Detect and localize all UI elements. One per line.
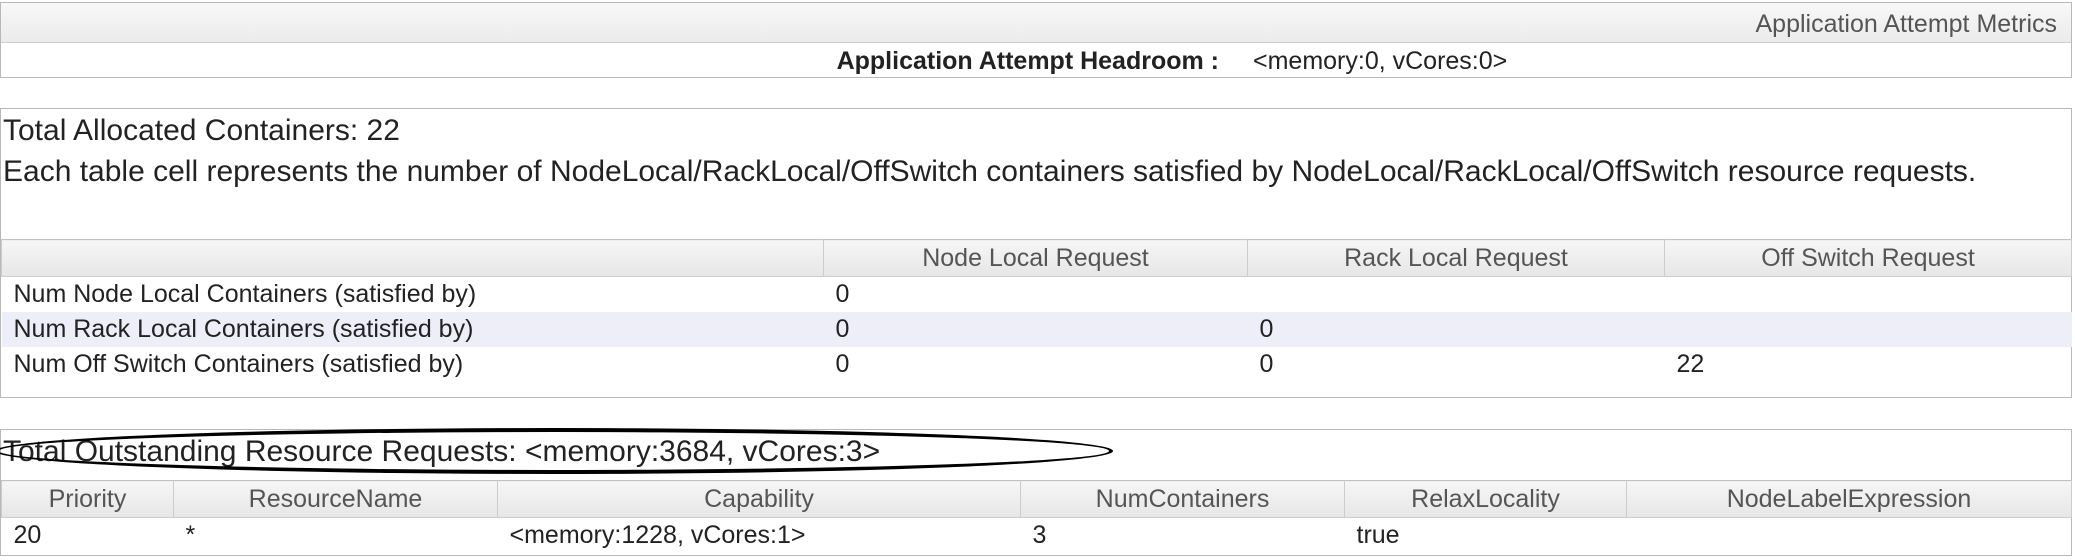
- cell-rack-local: 0: [1247, 312, 1665, 347]
- row-label: Num Rack Local Containers (satisfied by): [1, 312, 824, 347]
- header-off-switch-request[interactable]: Off Switch Request: [1664, 239, 2072, 277]
- cell-relax-locality: true: [1356, 521, 1400, 549]
- cell-node-local: 0: [823, 312, 1248, 347]
- resource-requests-table: Priority ResourceName Capability NumCont…: [1, 480, 2072, 553]
- cell-node-local: 0: [835, 280, 850, 308]
- headroom-label: Application Attempt Headroom :: [836, 47, 1219, 75]
- allocated-containers-description: Each table cell represents the number of…: [3, 155, 1977, 188]
- attempt-metrics-panel: Application Attempt Metrics Application …: [0, 2, 2072, 78]
- header-node-local-request[interactable]: Node Local Request: [823, 239, 1248, 277]
- outstanding-requests-panel: Total Outstanding Resource Requests: <me…: [0, 428, 2072, 556]
- cell-capability: <memory:1228, vCores:1>: [509, 521, 806, 549]
- table-row: Num Rack Local Containers (satisfied by)…: [1, 312, 2072, 347]
- table-row: Num Off Switch Containers (satisfied by)…: [2, 347, 2072, 382]
- header-rack-local-request[interactable]: Rack Local Request: [1247, 239, 1665, 277]
- allocated-containers-title: Total Allocated Containers: 22: [3, 114, 400, 147]
- cell-off-switch: [1665, 277, 2072, 313]
- locality-header-blank[interactable]: [1, 239, 824, 277]
- cell-node-label-expression: [1627, 518, 2072, 554]
- row-label: Num Node Local Containers (satisfied by): [13, 280, 477, 308]
- header-node-label-expression[interactable]: NodeLabelExpression: [1626, 480, 2072, 518]
- header-priority[interactable]: Priority: [1, 480, 174, 518]
- cell-off-switch: 22: [1676, 350, 1705, 378]
- cell-resource-name: *: [185, 521, 196, 549]
- row-label: Num Off Switch Containers (satisfied by): [13, 350, 464, 378]
- allocated-containers-panel: Total Allocated Containers: 22 Each tabl…: [0, 108, 2072, 398]
- outstanding-requests-title-wrap: Total Outstanding Resource Requests: <me…: [0, 428, 2071, 480]
- header-relax-locality[interactable]: RelaxLocality: [1344, 480, 1627, 518]
- outstanding-requests-title: Total Outstanding Resource Requests: <me…: [3, 435, 881, 468]
- header-resource-name[interactable]: ResourceName: [173, 480, 498, 518]
- cell-rack-local: 0: [1259, 350, 1274, 378]
- cell-node-local: 0: [835, 350, 850, 378]
- headroom-value: <memory:0, vCores:0>: [1253, 47, 1508, 75]
- cell-off-switch: [1664, 312, 2072, 347]
- locality-header-row: Node Local Request Rack Local Request Of…: [1, 239, 2072, 277]
- header-num-containers[interactable]: NumContainers: [1020, 480, 1345, 518]
- headroom-row: Application Attempt Headroom : <memory:0…: [1, 43, 2071, 77]
- table-row: 20 * <memory:1228, vCores:1> 3 true: [2, 518, 2072, 554]
- table-row: Num Node Local Containers (satisfied by)…: [2, 277, 2072, 313]
- metrics-caption: Application Attempt Metrics: [1, 3, 2071, 43]
- cell-num-containers: 3: [1032, 521, 1047, 549]
- locality-table: Node Local Request Rack Local Request Of…: [1, 239, 2072, 382]
- header-capability[interactable]: Capability: [497, 480, 1021, 518]
- cell-priority: 20: [13, 521, 42, 549]
- cell-rack-local: [1248, 277, 1665, 313]
- requests-header-row: Priority ResourceName Capability NumCont…: [1, 480, 2072, 518]
